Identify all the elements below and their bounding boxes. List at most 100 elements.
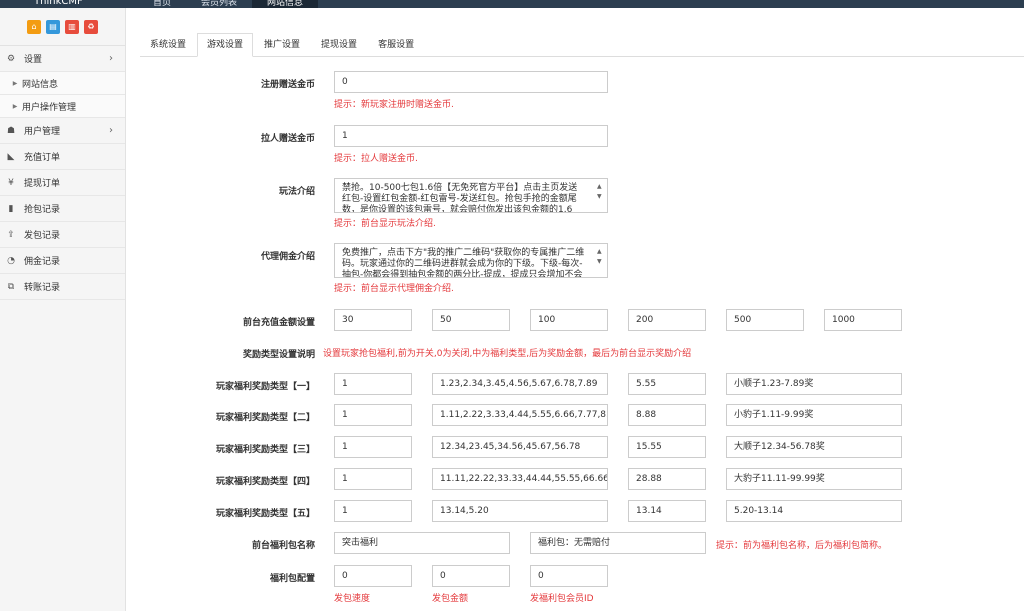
- agent-intro-text: 免费推广，点击下方"我的推广二维码"获取你的专属推广二维码。玩家通过你的二维码进…: [342, 248, 585, 278]
- sidebar-item-user-actions[interactable]: ▶ 用户操作管理: [0, 95, 125, 118]
- top-nav-members[interactable]: 会员列表: [186, 0, 252, 8]
- bonus-send-speed-input[interactable]: 0: [334, 565, 412, 587]
- invite-bonus-label: 拉人赠送金币: [260, 134, 315, 144]
- textarea-scrollbar[interactable]: ▲ ▼: [597, 181, 605, 210]
- sidebar-item-settings[interactable]: ⚙ 设置 ›: [0, 46, 125, 72]
- reward-type-3-label: 玩家福利奖励类型【三】: [215, 445, 315, 455]
- trash-icon[interactable]: ▥: [65, 19, 79, 34]
- settings-tabs: 系统设置 游戏设置 推广设置 提现设置 客服设置: [140, 33, 1024, 57]
- agent-intro-textarea[interactable]: 免费推广，点击下方"我的推广二维码"获取你的专属推广二维码。玩家通过你的二维码进…: [334, 243, 608, 278]
- invite-bonus-input[interactable]: 1: [334, 125, 608, 147]
- register-bonus-label: 注册赠送金币: [260, 80, 315, 90]
- caret-right-icon: ▶: [12, 79, 18, 87]
- bonus-name-input[interactable]: 突击福利: [334, 532, 510, 554]
- register-bonus-hint: 提示：新玩家注册时赠送金币.: [334, 100, 454, 110]
- reward-type-1-label: 玩家福利奖励类型【一】: [215, 382, 315, 392]
- agent-intro-label: 代理佣金介绍: [260, 252, 315, 262]
- bonus-name-label: 前台福利包名称: [251, 541, 315, 551]
- sidebar-item-grab-records[interactable]: ▮ 抢包记录: [0, 196, 125, 222]
- reward-type-2-type-input[interactable]: 1.11,2.22,3.33,4.44,5.55,6.66,7.77,8.88: [432, 404, 608, 426]
- upload-icon: ⇪: [7, 229, 15, 240]
- tab-withdraw-settings[interactable]: 提现设置: [311, 33, 367, 57]
- recharge-amount-input-5[interactable]: 500: [726, 309, 804, 331]
- reward-type-3-desc-input[interactable]: 大顺子12.34-56.78奖: [726, 436, 902, 458]
- home-icon[interactable]: ⌂: [27, 19, 41, 34]
- recharge-amount-input-6[interactable]: 1000: [824, 309, 902, 331]
- invite-bonus-hint: 提示：拉人赠送金币.: [334, 154, 418, 164]
- bonus-member-id-caption: 发福利包会员ID: [530, 594, 594, 604]
- quick-actions: ⌂ ▤ ▥ ♻: [0, 8, 125, 46]
- sidebar: ⌂ ▤ ▥ ♻ ⚙ 设置 › ▶ 网站信息 ▶ 用户操作管理 ☗ 用户管理 › …: [0, 8, 126, 611]
- sidebar-item-send-records[interactable]: ⇪ 发包记录: [0, 222, 125, 248]
- gameplay-intro-textarea[interactable]: 禁抢。10-500七包1.6倍【无免死官方平台】点击主页发送红包-设置红包金额-…: [334, 178, 608, 213]
- reward-type-3-amount-input[interactable]: 15.55: [628, 436, 706, 458]
- top-nav-home[interactable]: 首页: [138, 0, 186, 8]
- reward-type-3-type-input[interactable]: 12.34,23.45,34.56,45.67,56.78: [432, 436, 608, 458]
- reward-type-4-type-input[interactable]: 11.11,22.22,33.33,44.44,55.55,66.66,77: [432, 468, 608, 490]
- chevron-right-icon: ›: [109, 53, 113, 64]
- recharge-amount-input-1[interactable]: 30: [334, 309, 412, 331]
- sidebar-item-withdraw-orders[interactable]: ¥ 提现订单: [0, 170, 125, 196]
- reward-type-4-desc-input[interactable]: 大豹子11.11-99.99奖: [726, 468, 902, 490]
- sidebar-item-commission-records[interactable]: ◔ 佣金记录: [0, 248, 125, 274]
- gameplay-intro-label: 玩法介绍: [278, 187, 315, 197]
- reward-type-4-switch-input[interactable]: 1: [334, 468, 412, 490]
- reward-type-2-label: 玩家福利奖励类型【二】: [215, 413, 315, 423]
- bonus-name-hint: 提示：前为福利包名称，后为福利包简称。: [716, 541, 888, 551]
- gameplay-intro-text: 禁抢。10-500七包1.6倍【无免死官方平台】点击主页发送红包-设置红包金额-…: [342, 183, 578, 213]
- bonus-send-amount-input[interactable]: 0: [432, 565, 510, 587]
- register-bonus-input[interactable]: 0: [334, 71, 608, 93]
- pie-chart-icon: ◔: [7, 255, 15, 266]
- bonus-config-label: 福利包配置: [269, 574, 315, 584]
- caret-right-icon: ▶: [12, 102, 18, 110]
- brand-logo[interactable]: ThinkCMF: [34, 0, 83, 8]
- sidebar-item-transfer-records[interactable]: ⧉ 转账记录: [0, 274, 125, 300]
- tab-service-settings[interactable]: 客服设置: [368, 33, 424, 57]
- reward-type-2-switch-input[interactable]: 1: [334, 404, 412, 426]
- reward-type-2-desc-input[interactable]: 小豹子1.11-9.99奖: [726, 404, 902, 426]
- recharge-amount-input-3[interactable]: 100: [530, 309, 608, 331]
- tab-promotion-settings[interactable]: 推广设置: [254, 33, 310, 57]
- reward-type-2-amount-input[interactable]: 8.88: [628, 404, 706, 426]
- gears-icon: ⚙: [6, 53, 16, 64]
- top-navbar: ThinkCMF 首页 会员列表 网站信息: [0, 0, 1024, 8]
- reward-type-1-desc-input[interactable]: 小顺子1.23-7.89奖: [726, 373, 902, 395]
- recharge-amounts-label: 前台充值金额设置: [242, 318, 315, 328]
- reward-type-5-amount-input[interactable]: 13.14: [628, 500, 706, 522]
- sidebar-item-recharge-orders[interactable]: ◣ 充值订单: [0, 144, 125, 170]
- agent-intro-hint: 提示：前台显示代理佣金介绍.: [334, 284, 454, 294]
- sidebar-item-site-info[interactable]: ▶ 网站信息: [0, 72, 125, 95]
- reward-type-1-amount-input[interactable]: 5.55: [628, 373, 706, 395]
- reward-desc-text: 设置玩家抢包福利,前为开关,0为关闭,中为福利类型,后为奖励金额，最后为前台显示…: [323, 349, 692, 359]
- reward-type-1-switch-input[interactable]: 1: [334, 373, 412, 395]
- reward-type-5-type-input[interactable]: 13.14,5.20: [432, 500, 608, 522]
- bar-chart-icon: ▮: [8, 203, 14, 214]
- tab-game-settings[interactable]: 游戏设置: [197, 33, 254, 57]
- scroll-down-icon[interactable]: ▼: [597, 191, 602, 202]
- top-nav: 首页 会员列表 网站信息: [138, 0, 319, 8]
- bonus-short-name-input[interactable]: 福利包：无需赔付: [530, 532, 706, 554]
- reward-type-5-switch-input[interactable]: 1: [334, 500, 412, 522]
- chevron-right-icon: ›: [109, 125, 113, 136]
- recharge-amount-input-2[interactable]: 50: [432, 309, 510, 331]
- document-icon[interactable]: ▤: [46, 19, 60, 34]
- reward-type-4-label: 玩家福利奖励类型【四】: [215, 477, 315, 487]
- top-nav-site-info[interactable]: 网站信息: [252, 0, 319, 8]
- recycle-icon[interactable]: ♻: [84, 19, 98, 34]
- area-chart-icon: ◣: [7, 151, 15, 162]
- bonus-send-amount-caption: 发包金额: [432, 594, 469, 604]
- recharge-amount-input-4[interactable]: 200: [628, 309, 706, 331]
- reward-type-3-switch-input[interactable]: 1: [334, 436, 412, 458]
- reward-type-5-label: 玩家福利奖励类型【五】: [215, 509, 315, 519]
- sidebar-item-users[interactable]: ☗ 用户管理 ›: [0, 118, 125, 144]
- scroll-down-icon[interactable]: ▼: [597, 256, 602, 267]
- users-icon: ☗: [6, 125, 16, 136]
- textarea-scrollbar[interactable]: ▲ ▼: [597, 246, 605, 275]
- transfer-icon: ⧉: [7, 281, 15, 292]
- yen-icon: ¥: [8, 177, 14, 188]
- reward-type-4-amount-input[interactable]: 28.88: [628, 468, 706, 490]
- bonus-member-id-input[interactable]: 0: [530, 565, 608, 587]
- reward-type-1-type-input[interactable]: 1.23,2.34,3.45,4.56,5.67,6.78,7.89: [432, 373, 608, 395]
- reward-type-5-desc-input[interactable]: 5.20-13.14: [726, 500, 902, 522]
- tab-system-settings[interactable]: 系统设置: [140, 33, 196, 57]
